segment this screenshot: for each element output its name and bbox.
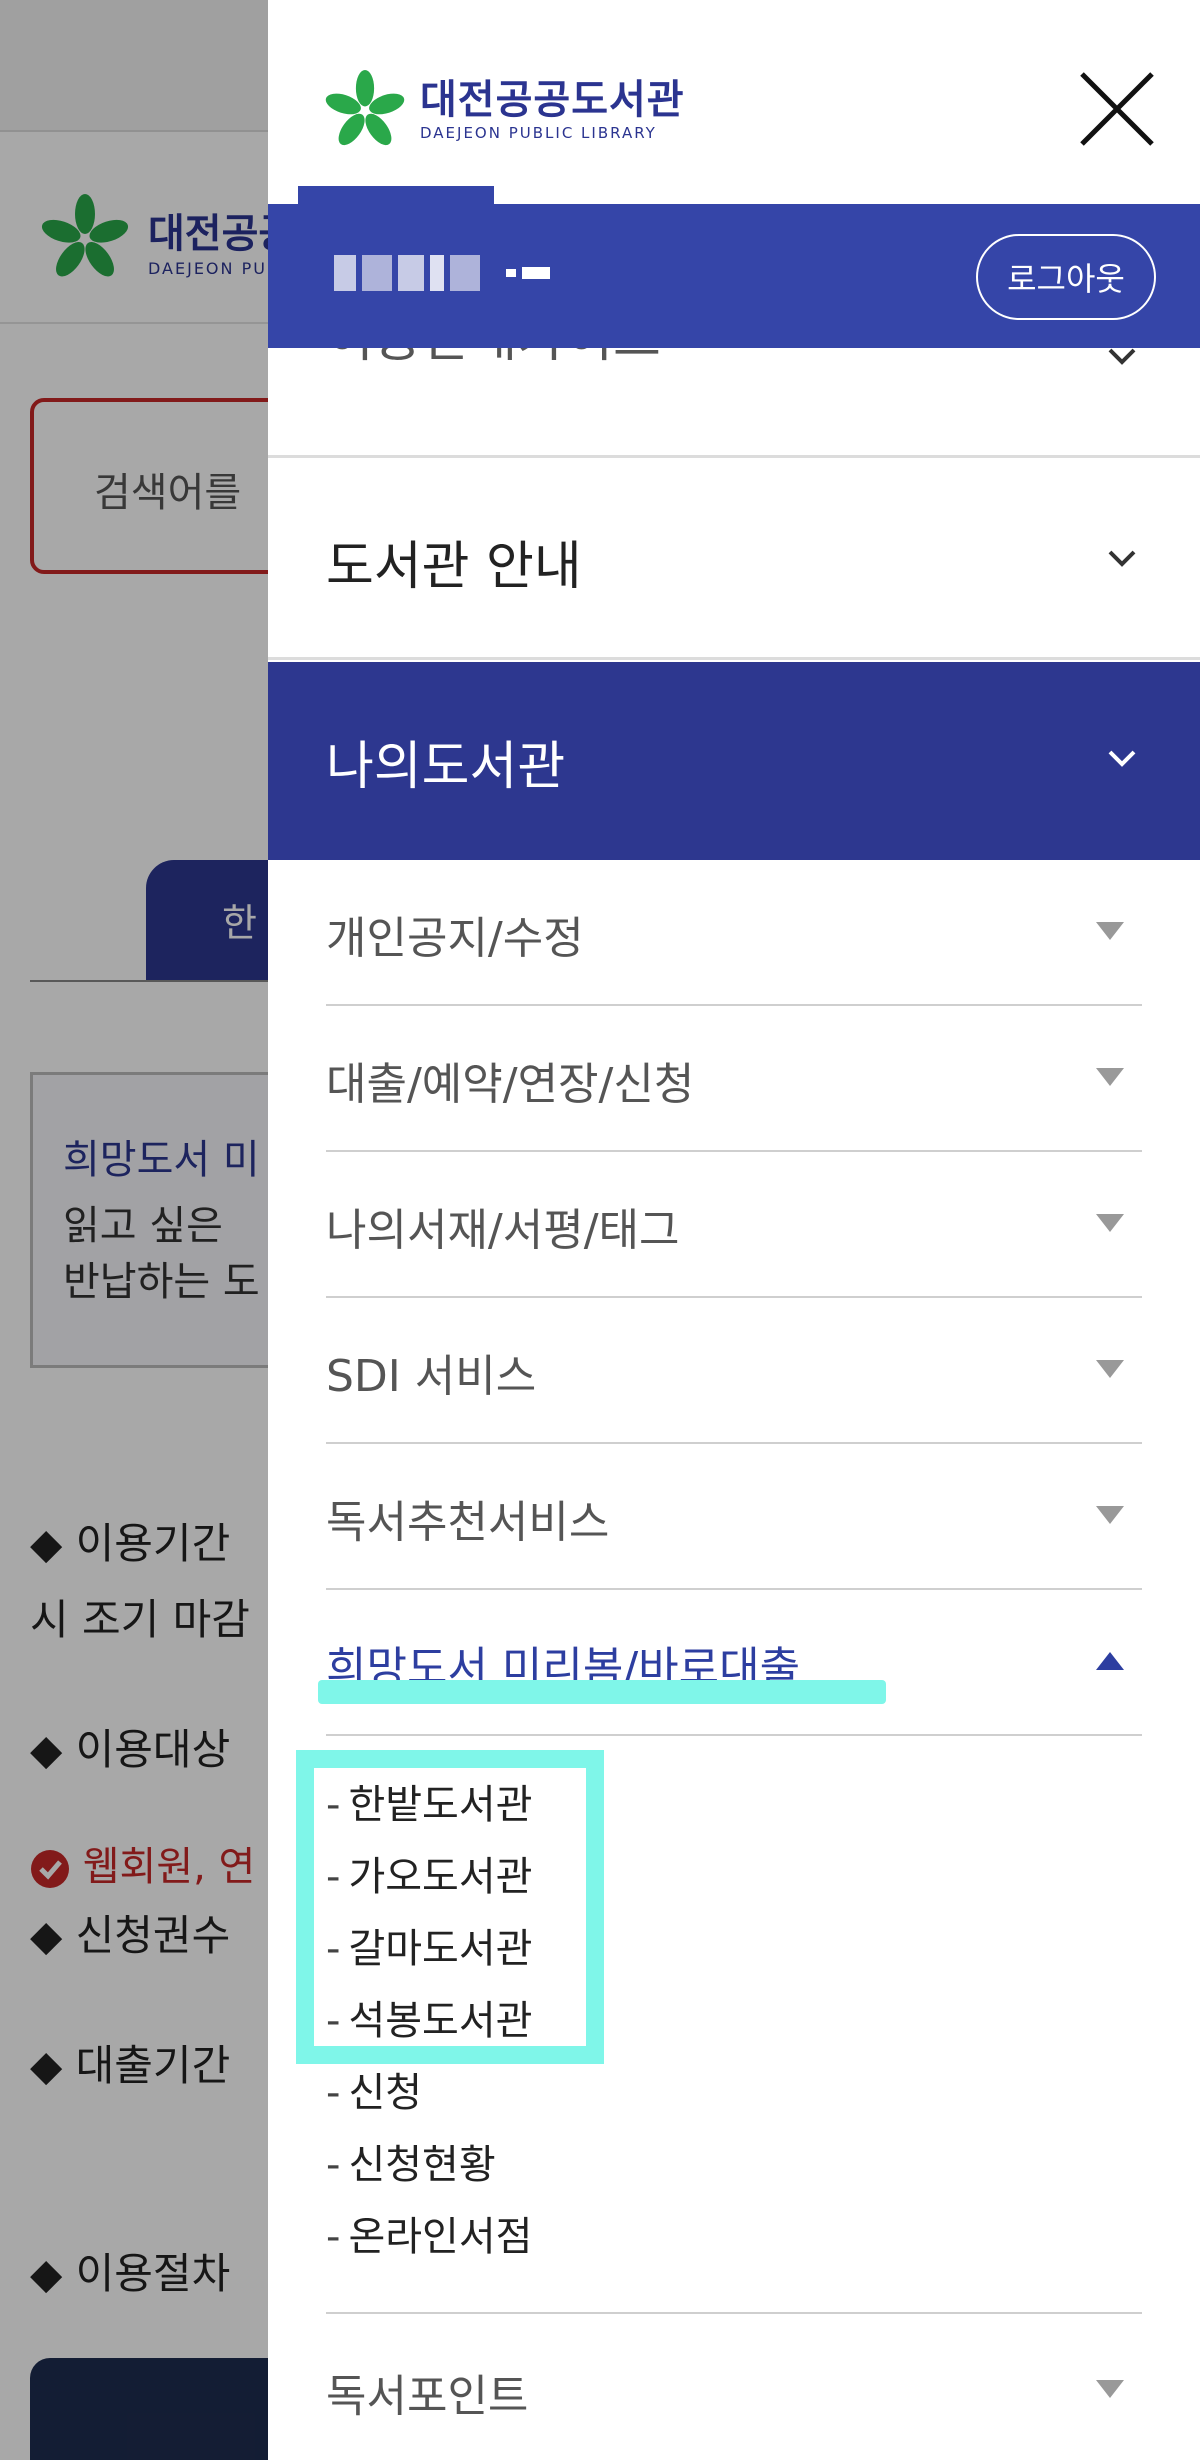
caret-down-icon: [1096, 922, 1124, 940]
user-bar: 로그아웃: [268, 204, 1200, 348]
user-name-redacted: [334, 252, 550, 294]
submenu-item-label: 개인공지/수정: [326, 913, 584, 964]
submenu-item-label: SDI 서비스: [326, 1351, 537, 1402]
menu-item-label: 도서관 안내: [326, 537, 582, 597]
drawer-header: 대전공공도서관 DAEJEON PUBLIC LIBRARY: [268, 0, 1200, 205]
caret-up-icon: [1096, 1652, 1124, 1670]
submenu-link-apply[interactable]: - 신청: [326, 2060, 422, 2118]
highlight-underline: [318, 1680, 886, 1704]
caret-down-icon: [1096, 1214, 1124, 1232]
submenu-item-label: 독서포인트: [326, 2371, 529, 2422]
chevron-down-icon: [1108, 750, 1136, 767]
submenu-item-label: 독서추천서비스: [326, 1497, 610, 1548]
submenu-item-personal-notice[interactable]: 개인공지/수정: [326, 860, 1142, 1006]
logo-title: 대전공공도서관: [420, 77, 685, 123]
logout-button[interactable]: 로그아웃: [976, 234, 1156, 320]
menu-item-library-guide[interactable]: 도서관 안내: [268, 460, 1200, 660]
submenu-item-label: 대출/예약/연장/신청: [326, 1059, 695, 1110]
library-logo-icon: [325, 70, 405, 146]
chevron-down-icon: [1108, 550, 1136, 567]
close-icon[interactable]: [1078, 70, 1156, 148]
submenu-link-hanbat[interactable]: - 한밭도서관: [326, 1772, 532, 1830]
submenu-link-apply-status[interactable]: - 신청현황: [326, 2132, 496, 2190]
submenu-link-online-store[interactable]: - 온라인서점: [326, 2204, 532, 2262]
submenu-link-galma[interactable]: - 갈마도서관: [326, 1916, 532, 1974]
submenu-item-reading-recommend[interactable]: 독서추천서비스: [326, 1444, 1142, 1590]
caret-down-icon: [1096, 1360, 1124, 1378]
caret-down-icon: [1096, 2380, 1124, 2398]
menu-item-partial[interactable]: 이용안내가이드: [268, 309, 1200, 458]
submenu-item-reading-point[interactable]: 독서포인트: [326, 2312, 1142, 2452]
library-logo[interactable]: 대전공공도서관 DAEJEON PUBLIC LIBRARY: [324, 70, 685, 152]
submenu-item-loan-reserve[interactable]: 대출/예약/연장/신청: [326, 1006, 1142, 1152]
menu-item-label: 나의도서관: [326, 737, 566, 797]
submenu-link-seokbong[interactable]: - 석봉도서관: [326, 1988, 532, 2046]
submenu-item-my-bookshelf[interactable]: 나의서재/서평/태그: [326, 1152, 1142, 1298]
submenu-link-gao[interactable]: - 가오도서관: [326, 1844, 532, 1902]
menu-item-my-library[interactable]: 나의도서관: [268, 662, 1200, 860]
logo-subtitle: DAEJEON PUBLIC LIBRARY: [420, 124, 657, 142]
submenu-item-label: 나의서재/서평/태그: [326, 1205, 680, 1256]
caret-down-icon: [1096, 1506, 1124, 1524]
submenu-item-sdi-service[interactable]: SDI 서비스: [326, 1298, 1142, 1444]
caret-down-icon: [1096, 1068, 1124, 1086]
submenu-item-hope-book[interactable]: 희망도서 미리봄/바로대출: [326, 1590, 1142, 1736]
